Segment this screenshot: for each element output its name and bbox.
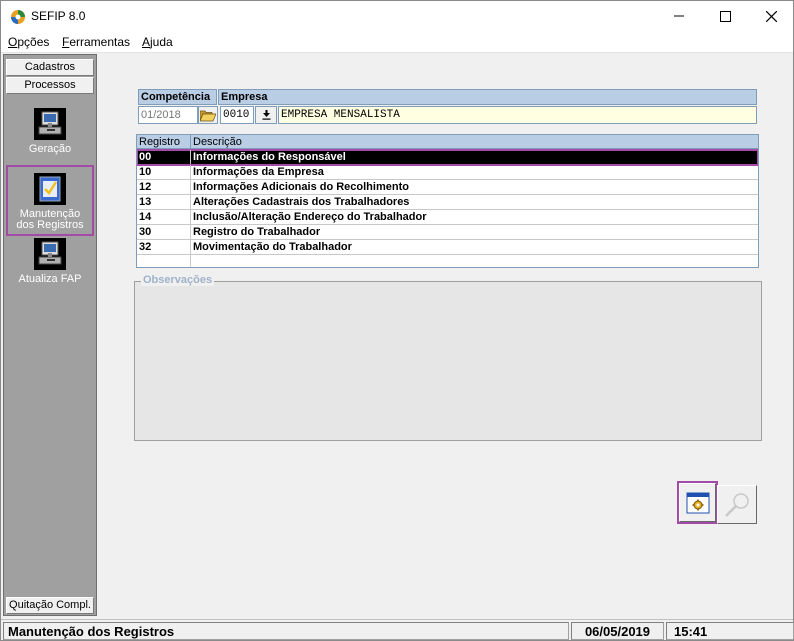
table-row[interactable]: 13 Alterações Cadastrais dos Trabalhadore…	[137, 195, 758, 210]
maximize-button[interactable]	[702, 1, 748, 31]
execute-button[interactable]	[677, 481, 718, 524]
empresa-code-field[interactable]: 0010	[220, 106, 254, 124]
menu-bar: Opções Ferramentas Ajuda	[1, 31, 793, 53]
table-row[interactable]: 14 Inclusão/Alteração Endereço do Trabalh…	[137, 210, 758, 225]
registro-cell: 14	[137, 210, 191, 224]
column-header-registro[interactable]: Registro	[137, 135, 191, 149]
empresa-name-field: EMPRESA MENSALISTA	[278, 106, 757, 124]
registro-cell	[137, 255, 191, 267]
sidebar-item-atualiza-fap-label: Atualiza FAP	[18, 273, 82, 285]
registro-cell: 12	[137, 180, 191, 194]
descricao-cell: Inclusão/Alteração Endereço do Trabalhad…	[193, 211, 427, 223]
computer-disk-icon	[34, 238, 66, 270]
registro-cell: 30	[137, 225, 191, 239]
sidebar-item-manutencao[interactable]: Manutenção dos Registros	[6, 165, 94, 236]
sidebar-header-processos[interactable]: Processos	[6, 77, 94, 94]
empresa-dropdown-button[interactable]	[255, 106, 277, 124]
sidebar-item-atualiza-fap[interactable]: Atualiza FAP	[6, 238, 94, 285]
menu-opcoes-mnemonic: O	[8, 35, 18, 49]
registro-cell: 13	[137, 195, 191, 209]
table-row[interactable]: 32 Movimentação do Trabalhador	[137, 240, 758, 255]
table-row[interactable]	[137, 255, 758, 267]
main-window: SEFIP 8.0 Opções Ferramentas Ajuda Cadas…	[0, 0, 794, 641]
close-icon	[765, 10, 777, 22]
table-row[interactable]: 00 Informações do Responsável	[137, 149, 758, 166]
menu-opcoes-label: pções	[17, 35, 50, 49]
status-date: 06/05/2019	[571, 622, 664, 640]
table-row[interactable]: 12 Informações Adicionais do Recolhimento	[137, 180, 758, 195]
menu-ajuda-label: juda	[150, 35, 173, 49]
sidebar-item-manutencao-line2: dos Registros	[16, 219, 84, 231]
descricao-cell: Movimentação do Trabalhador	[193, 241, 352, 253]
descricao-cell: Informações do Responsável	[193, 151, 346, 163]
menu-ferramentas-label: erramentas	[69, 35, 131, 49]
menu-ferramentas[interactable]: Ferramentas	[62, 35, 130, 49]
download-arrow-icon	[262, 110, 270, 120]
status-text: Manutenção dos Registros	[3, 622, 569, 640]
sidebar-item-geracao[interactable]: Geração	[6, 108, 94, 155]
observacoes-group: Observações	[134, 274, 762, 441]
menu-opcoes[interactable]: Opções	[8, 35, 49, 49]
maximize-icon	[719, 10, 731, 22]
window-title: SEFIP 8.0	[31, 9, 86, 23]
search-button[interactable]	[717, 485, 757, 524]
computer-disk-icon	[34, 108, 66, 140]
empresa-header: Empresa	[218, 89, 757, 105]
registro-cell: 32	[137, 240, 191, 254]
minimize-icon	[674, 15, 684, 17]
menu-ajuda[interactable]: Ajuda	[142, 35, 173, 49]
status-time: 15:41	[666, 622, 794, 640]
table-row[interactable]: 30 Registro do Trabalhador	[137, 225, 758, 240]
main-content: Competência Empresa 01/2018 0010 EMPRESA…	[99, 54, 793, 616]
window-gear-icon	[686, 492, 709, 513]
descricao-cell: Registro do Trabalhador	[193, 226, 321, 238]
registro-cell: 00	[137, 150, 191, 164]
descricao-cell: Informações da Empresa	[193, 166, 324, 178]
title-bar: SEFIP 8.0	[1, 1, 793, 31]
registros-grid: Registro Descrição 00 Informações do Resp…	[136, 134, 759, 268]
sidebar-item-geracao-label: Geração	[28, 143, 72, 155]
checklist-icon	[34, 173, 66, 205]
registro-cell: 10	[137, 165, 191, 179]
sidebar-header-cadastros[interactable]: Cadastros	[6, 59, 94, 76]
competencia-field[interactable]: 01/2018	[138, 106, 198, 124]
sidebar-footer-quitacao[interactable]: Quitação Compl.	[6, 597, 94, 614]
minimize-button[interactable]	[656, 1, 702, 31]
open-folder-icon	[200, 110, 216, 121]
table-row[interactable]: 10 Informações da Empresa	[137, 165, 758, 180]
close-button[interactable]	[748, 1, 794, 31]
column-header-descricao[interactable]: Descrição	[191, 135, 758, 149]
app-logo-icon	[11, 10, 25, 24]
menu-ajuda-mnemonic: A	[142, 35, 151, 49]
open-folder-button[interactable]	[198, 106, 218, 124]
descricao-cell: Informações Adicionais do Recolhimento	[193, 181, 409, 193]
sidebar: Cadastros Processos Geração Manutenção d…	[3, 54, 97, 616]
descricao-cell: Alterações Cadastrais dos Trabalhadores	[193, 196, 410, 208]
status-bar: Manutenção dos Registros 06/05/2019 15:4…	[1, 619, 794, 640]
observacoes-label: Observações	[141, 274, 215, 286]
descricao-cell	[191, 255, 193, 267]
competencia-header: Competência	[138, 89, 217, 105]
magnifier-icon	[725, 492, 749, 517]
